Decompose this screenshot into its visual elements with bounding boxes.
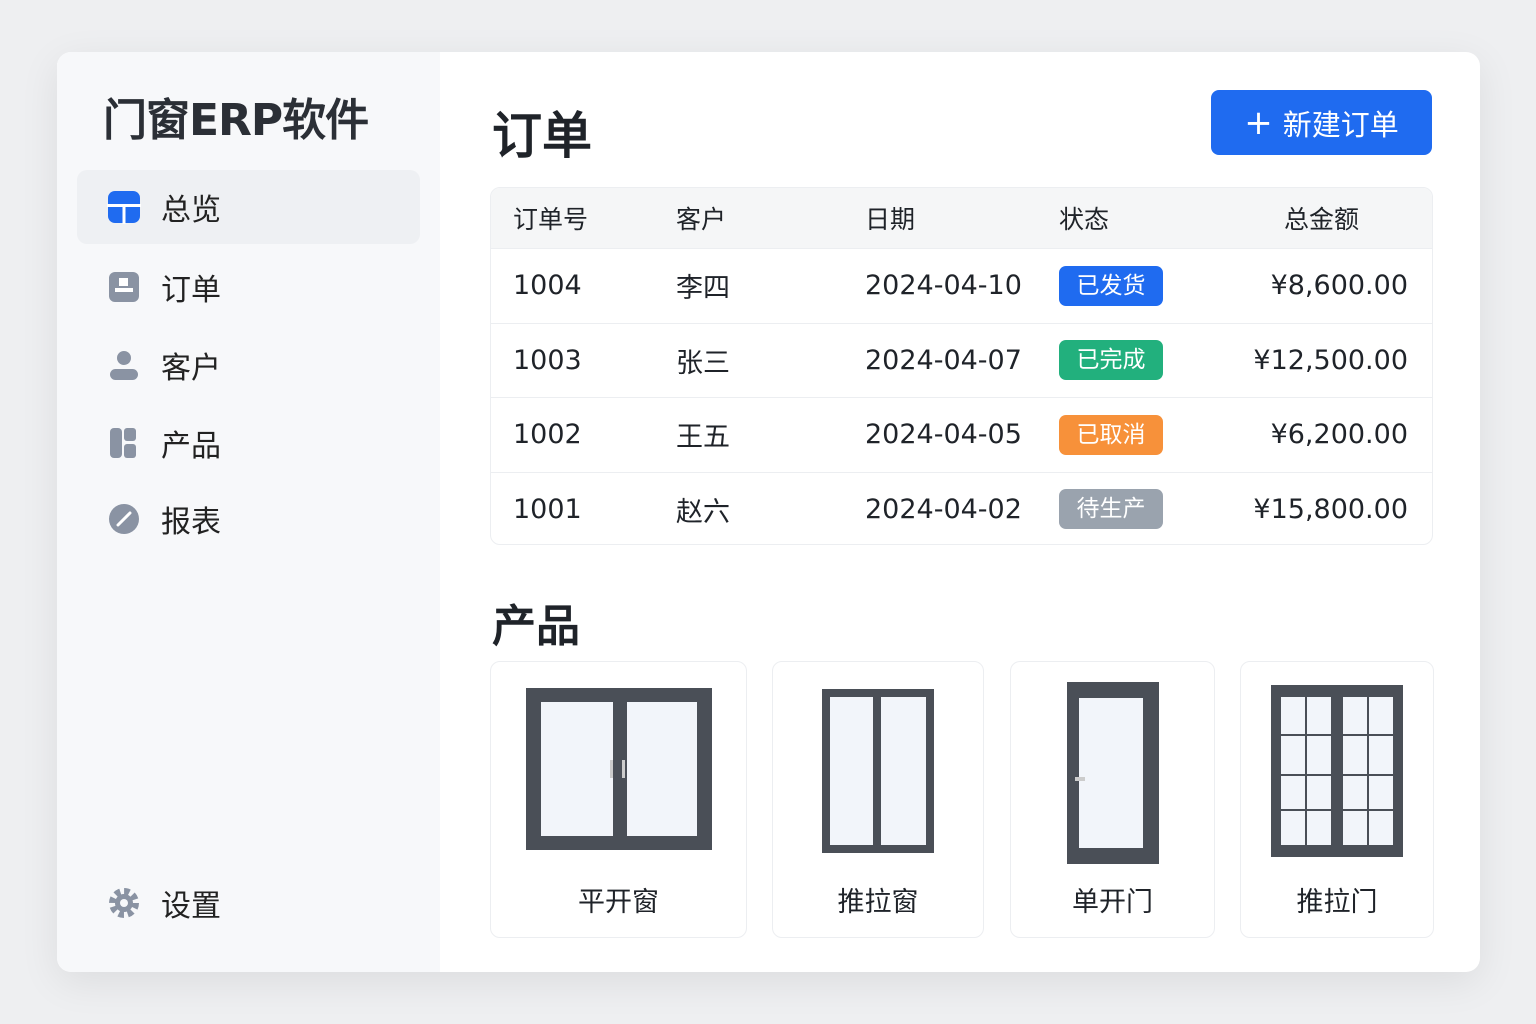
sidebar-item-label: 总览 [161, 193, 221, 228]
sidebar-item-label: 订单 [161, 273, 221, 308]
sidebar-item-orders[interactable]: 订单 [77, 250, 420, 324]
table-row[interactable]: 1002 王五 2024-04-05 已取消 ¥6,200.00 [491, 397, 1432, 472]
column-header: 状态 [1059, 205, 1110, 234]
product-card[interactable]: 推拉窗 [772, 661, 984, 938]
sidebar-item-customers[interactable]: 客户 [77, 328, 420, 402]
column-header: 总金额 [1284, 205, 1360, 234]
casement-window-icon [525, 688, 712, 850]
product-card[interactable]: 推拉门 [1240, 661, 1434, 938]
product-name: 单开门 [1072, 887, 1153, 918]
order-id: 1004 [513, 270, 582, 302]
sidebar-item-settings[interactable]: 设置 [77, 866, 420, 940]
customer: 李四 [676, 273, 730, 305]
column-header: 订单号 [513, 205, 589, 234]
product-card[interactable]: 平开窗 [490, 661, 747, 938]
new-order-label: 新建订单 [1282, 107, 1399, 142]
table-row[interactable]: 1001 赵六 2024-04-02 待生产 ¥15,800.00 [491, 471, 1432, 545]
status-badge: 已取消 [1059, 414, 1163, 455]
report-icon [109, 504, 139, 534]
table-row[interactable]: 1004 李四 2024-04-10 已发货 ¥8,600.00 [491, 248, 1432, 323]
sliding-window-icon [822, 689, 934, 853]
order-amount: ¥6,200.00 [1270, 419, 1408, 451]
sidebar-item-overview[interactable]: 总览 [77, 170, 420, 244]
table-header: 订单号 客户 日期 状态 总金额 [491, 188, 1432, 248]
sidebar-item-reports[interactable]: 报表 [77, 482, 420, 556]
product-icon [110, 428, 136, 458]
order-icon [109, 272, 139, 302]
order-date: 2024-04-07 [865, 344, 1022, 376]
main-content: 订单 + 新建订单 订单号 客户 日期 状态 总金额 1004 李四 2024-04-… [440, 52, 1480, 972]
status-badge: 已完成 [1059, 340, 1163, 381]
settings-label: 设置 [161, 889, 221, 924]
sidebar-item-products[interactable]: 产品 [77, 406, 420, 480]
page-title: 订单 [492, 107, 592, 165]
order-amount: ¥12,500.00 [1253, 344, 1408, 376]
single-door-icon [1066, 682, 1159, 864]
sidebar: 门窗ERP软件 总览 订单 客户 产品 报表 设置 [57, 52, 440, 972]
order-id: 1003 [513, 344, 582, 376]
status-badge: 待生产 [1059, 489, 1163, 530]
sidebar-item-label: 客户 [161, 351, 221, 386]
customer: 王五 [676, 422, 730, 454]
table-row[interactable]: 1003 张三 2024-04-07 已完成 ¥12,500.00 [491, 322, 1432, 398]
sliding-door-icon [1271, 685, 1403, 857]
sidebar-item-label: 报表 [161, 505, 221, 540]
column-header: 客户 [676, 205, 727, 234]
column-header: 日期 [865, 205, 916, 234]
customer: 赵六 [676, 496, 730, 528]
product-name: 推拉窗 [837, 887, 919, 918]
order-date: 2024-04-05 [865, 419, 1022, 451]
order-date: 2024-04-02 [865, 493, 1022, 525]
order-id: 1002 [513, 419, 582, 451]
customer: 张三 [676, 347, 730, 379]
gear-icon [109, 888, 139, 918]
sidebar-item-label: 产品 [161, 429, 221, 464]
order-amount: ¥8,600.00 [1270, 270, 1408, 302]
status-badge: 已发货 [1059, 265, 1163, 306]
order-amount: ¥15,800.00 [1253, 493, 1408, 525]
dashboard-icon [107, 191, 141, 224]
product-name: 平开窗 [578, 887, 659, 918]
plus-icon: + [1244, 102, 1273, 143]
new-order-button[interactable]: + 新建订单 [1211, 90, 1432, 155]
app-title: 门窗ERP软件 [103, 95, 369, 146]
products-title: 产品 [492, 601, 580, 652]
product-card[interactable]: 单开门 [1010, 661, 1215, 938]
app-window: 门窗ERP软件 总览 订单 客户 产品 报表 设置 订单 + 新建订单 订单号 客… [57, 52, 1480, 972]
order-id: 1001 [513, 493, 582, 525]
user-icon [110, 351, 138, 380]
order-date: 2024-04-10 [865, 270, 1022, 302]
orders-table: 订单号 客户 日期 状态 总金额 1004 李四 2024-04-10 已发货 ¥8,6… [490, 187, 1433, 545]
product-name: 推拉门 [1296, 887, 1378, 918]
